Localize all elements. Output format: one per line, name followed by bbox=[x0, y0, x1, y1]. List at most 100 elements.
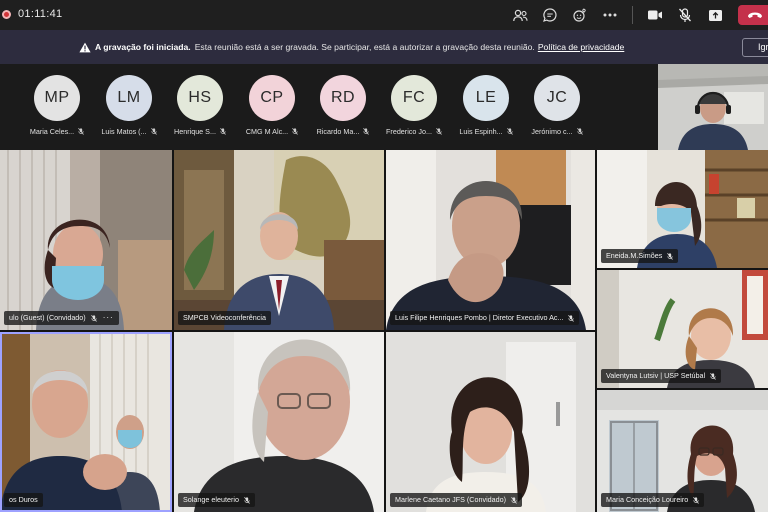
mic-off-icon bbox=[576, 128, 583, 135]
chat-icon bbox=[543, 8, 557, 22]
participant-video-feed bbox=[386, 332, 595, 512]
video-tile[interactable]: Luis Filipe Henriques Pombo | Diretor Ex… bbox=[386, 150, 595, 330]
participant-avatar-strip: MP Maria Celes... LM Luis Matos (... HS … bbox=[0, 64, 658, 150]
participant-name: Valentyna Lutsiv | USP Setúbal bbox=[606, 371, 706, 380]
self-video-tile[interactable] bbox=[658, 64, 768, 150]
video-tile[interactable]: os Duros bbox=[0, 332, 172, 512]
participant-label: Eneida.M.Simões bbox=[601, 249, 679, 263]
participant-name: Eneida.M.Simões bbox=[606, 251, 663, 260]
mic-off-icon bbox=[506, 128, 513, 135]
avatar-circle: HS bbox=[177, 75, 223, 121]
participant-label: ulo (Guest) (Convidado) ··· bbox=[4, 311, 119, 325]
participant-name: Luis Matos (... bbox=[101, 127, 147, 136]
mic-off-icon bbox=[220, 128, 226, 135]
participant-name: Luis Filipe Henriques Pombo | Diretor Ex… bbox=[395, 313, 564, 322]
mic-off-icon bbox=[292, 128, 298, 135]
mic-off-icon bbox=[363, 128, 370, 135]
mic-button[interactable] bbox=[676, 6, 694, 24]
participant-name: Solange eleuterio bbox=[183, 495, 239, 504]
participant-video-feed bbox=[174, 150, 384, 330]
mic-off-icon bbox=[90, 314, 97, 322]
participant-avatar[interactable]: HS Henrique S... bbox=[164, 75, 236, 136]
share-button[interactable] bbox=[706, 6, 724, 24]
video-tile[interactable]: Eneida.M.Simões bbox=[597, 150, 768, 268]
participant-avatar[interactable]: JC Jerónimo c... bbox=[521, 75, 593, 136]
avatar-circle: LE bbox=[463, 75, 509, 121]
participant-avatar[interactable]: RD Ricardo Ma... bbox=[307, 75, 379, 136]
camera-button[interactable] bbox=[646, 6, 664, 24]
mic-off-icon bbox=[244, 496, 250, 504]
camera-icon bbox=[648, 10, 662, 20]
avatar-circle: RD bbox=[320, 75, 366, 121]
leave-button[interactable] bbox=[738, 5, 768, 25]
avatar-circle: MP bbox=[34, 75, 80, 121]
video-tile[interactable]: Solange eleuterio bbox=[174, 332, 384, 512]
video-tile[interactable]: SMPCB Videoconferência bbox=[174, 150, 384, 330]
avatar-circle: FC bbox=[391, 75, 437, 121]
privacy-policy-link[interactable]: Política de privacidade bbox=[538, 42, 624, 52]
video-tile[interactable]: ulo (Guest) (Convidado) ··· bbox=[0, 150, 172, 330]
self-video-feed bbox=[658, 64, 768, 150]
mic-off-icon bbox=[511, 496, 517, 504]
participant-name: Frederico Jo... bbox=[386, 127, 432, 136]
mic-off-icon bbox=[667, 252, 674, 260]
participant-label: Luis Filipe Henriques Pombo | Diretor Ex… bbox=[390, 311, 580, 325]
video-tile[interactable]: Marlene Caetano JFS (Convidado) bbox=[386, 332, 595, 512]
meeting-toolbar: 01:11:41 bbox=[0, 0, 768, 30]
people-button[interactable] bbox=[511, 6, 529, 24]
chat-button[interactable] bbox=[541, 6, 559, 24]
participant-label: SMPCB Videoconferência bbox=[178, 311, 271, 325]
avatar-circle: CP bbox=[249, 75, 295, 121]
reactions-icon bbox=[572, 8, 586, 22]
participant-avatar[interactable]: LE Luis Espinh... bbox=[450, 75, 522, 136]
participant-name: Maria Conceição Loureiro bbox=[606, 495, 689, 504]
participant-name: os Duros bbox=[9, 495, 38, 504]
participant-name: CMG M Alc... bbox=[245, 127, 289, 136]
mic-off-icon bbox=[150, 128, 157, 135]
toolbar-divider bbox=[632, 6, 633, 24]
participant-name: Luis Espinh... bbox=[459, 127, 503, 136]
participant-name: ulo (Guest) (Convidado) bbox=[9, 313, 86, 322]
mic-off-icon bbox=[679, 7, 691, 22]
participant-label: Maria Conceição Loureiro bbox=[601, 493, 705, 507]
banner-title: A gravação foi iniciada. bbox=[95, 42, 191, 52]
avatar-circle: LM bbox=[106, 75, 152, 121]
participant-label: Marlene Caetano JFS (Convidado) bbox=[390, 493, 523, 507]
video-tile[interactable]: Maria Conceição Loureiro bbox=[597, 390, 768, 512]
participant-label: Valentyna Lutsiv | USP Setúbal bbox=[601, 369, 722, 383]
participant-label: Solange eleuterio bbox=[178, 493, 255, 507]
recording-indicator-icon bbox=[2, 10, 11, 19]
mic-off-icon bbox=[693, 496, 700, 504]
participant-name: SMPCB Videoconferência bbox=[183, 313, 266, 322]
participant-video-feed bbox=[0, 150, 172, 330]
banner-text: Esta reunião está a ser gravada. Se part… bbox=[194, 42, 535, 52]
participant-name: Marlene Caetano JFS (Convidado) bbox=[395, 495, 507, 504]
participant-avatar[interactable]: MP Maria Celes... bbox=[21, 75, 93, 136]
more-actions-button[interactable] bbox=[601, 6, 619, 24]
participant-avatar[interactable]: LM Luis Matos (... bbox=[93, 75, 165, 136]
reactions-button[interactable] bbox=[571, 6, 589, 24]
participant-video-feed bbox=[386, 150, 595, 330]
people-icon bbox=[512, 9, 528, 21]
participant-name: Maria Celes... bbox=[29, 127, 75, 136]
dismiss-banner-button[interactable]: Igr bbox=[742, 38, 768, 57]
meeting-timer: 01:11:41 bbox=[18, 8, 63, 20]
participant-avatar[interactable]: CP CMG M Alc... bbox=[236, 75, 308, 136]
recording-banner: A gravação foi iniciada. Esta reunião es… bbox=[0, 30, 768, 64]
mic-off-icon bbox=[710, 372, 716, 380]
mic-off-icon bbox=[568, 314, 575, 322]
video-tile[interactable]: Valentyna Lutsiv | USP Setúbal bbox=[597, 270, 768, 388]
participant-label: os Duros bbox=[4, 493, 43, 507]
participant-name: Jerónimo c... bbox=[531, 127, 573, 136]
participant-video-feed bbox=[0, 332, 172, 512]
share-icon bbox=[708, 9, 722, 21]
tile-more-options-button[interactable]: ··· bbox=[103, 311, 114, 325]
mic-off-icon bbox=[436, 128, 442, 135]
participant-avatar[interactable]: FC Frederico Jo... bbox=[378, 75, 450, 136]
mic-off-icon bbox=[78, 128, 84, 135]
hang-up-icon bbox=[748, 12, 762, 18]
warning-icon bbox=[79, 42, 91, 52]
participant-name: Henrique S... bbox=[174, 127, 216, 136]
avatar-circle: JC bbox=[534, 75, 580, 121]
more-icon bbox=[603, 13, 617, 17]
